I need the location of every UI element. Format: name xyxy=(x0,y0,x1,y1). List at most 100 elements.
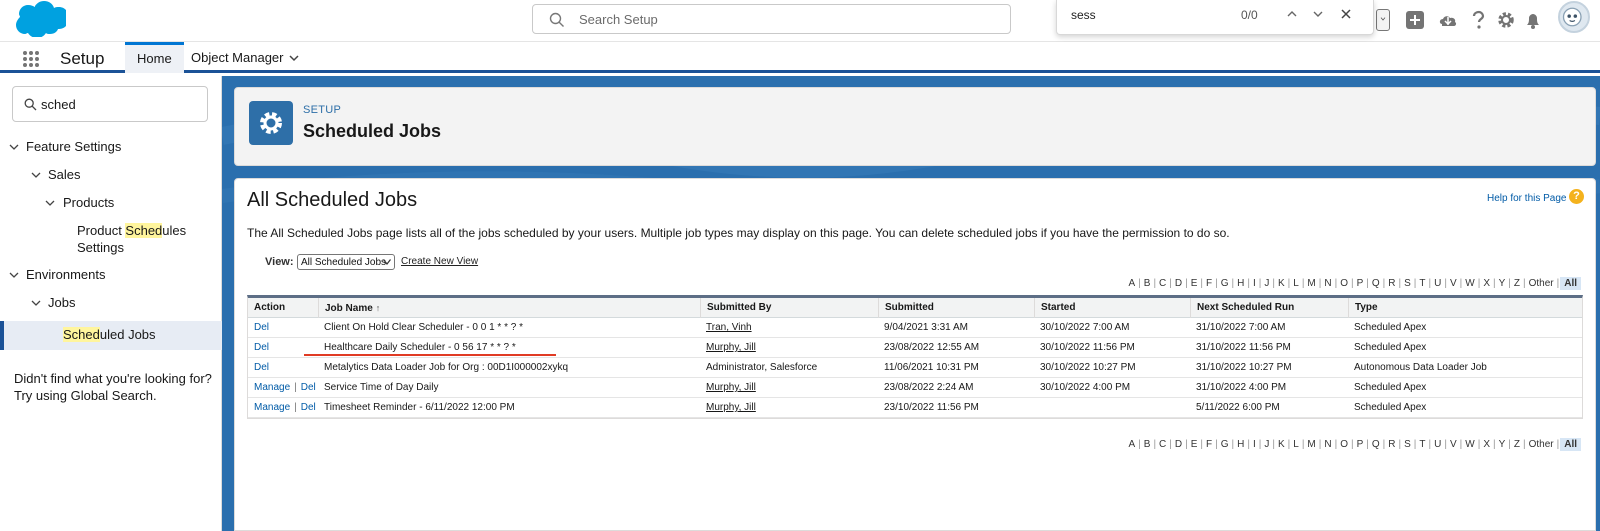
quick-find-input[interactable]: sched xyxy=(12,86,208,122)
alpha-filter-all[interactable]: All xyxy=(1560,437,1581,451)
cell-submitted-by[interactable]: Murphy, Jill xyxy=(700,338,880,358)
alpha-filter-w[interactable]: W xyxy=(1463,278,1476,289)
tree-item-product-schedules-settings[interactable]: Product Schedules Settings xyxy=(77,222,186,256)
alpha-filter-s[interactable]: S xyxy=(1402,278,1413,289)
alpha-filter-f[interactable]: F xyxy=(1204,278,1214,289)
chevron-down-icon[interactable] xyxy=(288,52,300,64)
alpha-filter-p[interactable]: P xyxy=(1355,439,1366,450)
alpha-filter-all[interactable]: All xyxy=(1560,276,1581,290)
global-search-input[interactable]: Search Setup xyxy=(532,4,1011,34)
alpha-filter-d[interactable]: D xyxy=(1173,439,1184,450)
alpha-filter-u[interactable]: U xyxy=(1432,278,1443,289)
alpha-filter-g[interactable]: G xyxy=(1219,278,1231,289)
delete-link[interactable]: Del xyxy=(254,342,269,353)
cell-submitted-by[interactable]: Tran, Vinh xyxy=(700,318,880,338)
chevron-down-icon[interactable] xyxy=(45,198,55,208)
alpha-filter-r[interactable]: R xyxy=(1386,439,1397,450)
trailhead-icon[interactable] xyxy=(1437,9,1459,31)
global-search-link[interactable]: Try using Global Search. xyxy=(14,387,214,404)
gear-icon[interactable] xyxy=(1495,9,1517,31)
alpha-filter-q[interactable]: Q xyxy=(1370,278,1382,289)
cell-submitted-by[interactable]: Murphy, Jill xyxy=(700,398,880,418)
chevron-up-icon[interactable] xyxy=(1285,7,1299,21)
help-for-page-link[interactable]: Help for this Page xyxy=(1487,193,1567,204)
alpha-filter-m[interactable]: M xyxy=(1305,278,1317,289)
alpha-filter-a[interactable]: A xyxy=(1126,278,1137,289)
alpha-filter-l[interactable]: L xyxy=(1291,439,1301,450)
column-header-type[interactable]: Type xyxy=(1348,298,1582,318)
alpha-filter-other[interactable]: Other xyxy=(1527,439,1556,450)
alpha-filter-e[interactable]: E xyxy=(1189,278,1200,289)
tree-item-feature-settings[interactable]: Feature Settings xyxy=(26,138,121,155)
bell-icon[interactable] xyxy=(1522,9,1544,31)
alpha-filter-c[interactable]: C xyxy=(1157,439,1168,450)
alpha-filter-k[interactable]: K xyxy=(1276,278,1287,289)
delete-link[interactable]: Del xyxy=(254,322,269,333)
alpha-filter-r[interactable]: R xyxy=(1386,278,1397,289)
alpha-filter-h[interactable]: H xyxy=(1235,278,1246,289)
alpha-filter-j[interactable]: J xyxy=(1262,439,1271,450)
alpha-filter-k[interactable]: K xyxy=(1276,439,1287,450)
alpha-filter-z[interactable]: Z xyxy=(1512,278,1522,289)
delete-link[interactable]: Del xyxy=(301,382,316,393)
alpha-filter-w[interactable]: W xyxy=(1463,439,1476,450)
avatar[interactable] xyxy=(1558,1,1590,33)
chevron-down-icon[interactable] xyxy=(9,142,19,152)
column-header-next-run[interactable]: Next Scheduled Run xyxy=(1190,298,1348,318)
alpha-filter-b[interactable]: B xyxy=(1142,439,1153,450)
create-new-view-link[interactable]: Create New View xyxy=(401,256,478,267)
alpha-filter-m[interactable]: M xyxy=(1305,439,1317,450)
manage-link[interactable]: Manage xyxy=(254,402,290,413)
alpha-filter-q[interactable]: Q xyxy=(1370,439,1382,450)
chevron-down-icon[interactable] xyxy=(9,270,19,280)
alpha-filter-i[interactable]: I xyxy=(1251,439,1258,450)
alpha-filter-e[interactable]: E xyxy=(1189,439,1200,450)
cell-submitted-by[interactable]: Murphy, Jill xyxy=(700,378,880,398)
favorites-dropdown[interactable] xyxy=(1376,9,1390,31)
alpha-filter-y[interactable]: Y xyxy=(1497,278,1508,289)
alpha-filter-d[interactable]: D xyxy=(1173,278,1184,289)
alpha-filter-g[interactable]: G xyxy=(1219,439,1231,450)
alpha-filter-h[interactable]: H xyxy=(1235,439,1246,450)
tree-item-scheduled-jobs[interactable]: Scheduled Jobs xyxy=(0,321,222,350)
help-icon[interactable]: ? xyxy=(1569,189,1584,204)
alpha-filter-z[interactable]: Z xyxy=(1512,439,1522,450)
salesforce-cloud-logo[interactable] xyxy=(14,1,66,37)
column-header-started[interactable]: Started xyxy=(1034,298,1190,318)
help-icon[interactable] xyxy=(1467,9,1489,31)
tab-home[interactable]: Home xyxy=(125,42,184,73)
tab-object-manager[interactable]: Object Manager xyxy=(179,42,296,73)
alpha-filter-v[interactable]: V xyxy=(1448,278,1459,289)
alpha-filter-l[interactable]: L xyxy=(1291,278,1301,289)
alpha-filter-o[interactable]: O xyxy=(1338,439,1350,450)
column-header-submitted[interactable]: Submitted xyxy=(878,298,1033,318)
tree-item-products[interactable]: Products xyxy=(63,194,114,211)
tree-item-jobs[interactable]: Jobs xyxy=(48,294,75,311)
alpha-filter-o[interactable]: O xyxy=(1338,278,1350,289)
tree-item-sales[interactable]: Sales xyxy=(48,166,81,183)
column-header-job-name[interactable]: Job Name ↑ xyxy=(318,298,698,318)
chevron-down-icon[interactable] xyxy=(31,298,41,308)
alpha-filter-s[interactable]: S xyxy=(1402,439,1413,450)
alpha-filter-t[interactable]: T xyxy=(1417,439,1427,450)
alpha-filter-t[interactable]: T xyxy=(1417,278,1427,289)
alpha-filter-c[interactable]: C xyxy=(1157,278,1168,289)
alpha-filter-other[interactable]: Other xyxy=(1527,278,1556,289)
alpha-filter-y[interactable]: Y xyxy=(1497,439,1508,450)
alpha-filter-j[interactable]: J xyxy=(1262,278,1271,289)
alpha-filter-x[interactable]: X xyxy=(1481,278,1492,289)
find-input[interactable]: sess xyxy=(1071,8,1096,22)
alpha-filter-f[interactable]: F xyxy=(1204,439,1214,450)
alpha-filter-u[interactable]: U xyxy=(1432,439,1443,450)
alpha-filter-p[interactable]: P xyxy=(1355,278,1366,289)
add-icon[interactable] xyxy=(1404,9,1426,31)
manage-link[interactable]: Manage xyxy=(254,382,290,393)
alpha-filter-n[interactable]: N xyxy=(1322,278,1333,289)
app-launcher-icon[interactable] xyxy=(22,50,40,68)
alpha-filter-a[interactable]: A xyxy=(1126,439,1137,450)
alpha-filter-i[interactable]: I xyxy=(1251,278,1258,289)
alpha-filter-n[interactable]: N xyxy=(1322,439,1333,450)
close-icon[interactable] xyxy=(1339,7,1353,21)
column-header-submitted-by[interactable]: Submitted By xyxy=(700,298,880,318)
alpha-filter-v[interactable]: V xyxy=(1448,439,1459,450)
